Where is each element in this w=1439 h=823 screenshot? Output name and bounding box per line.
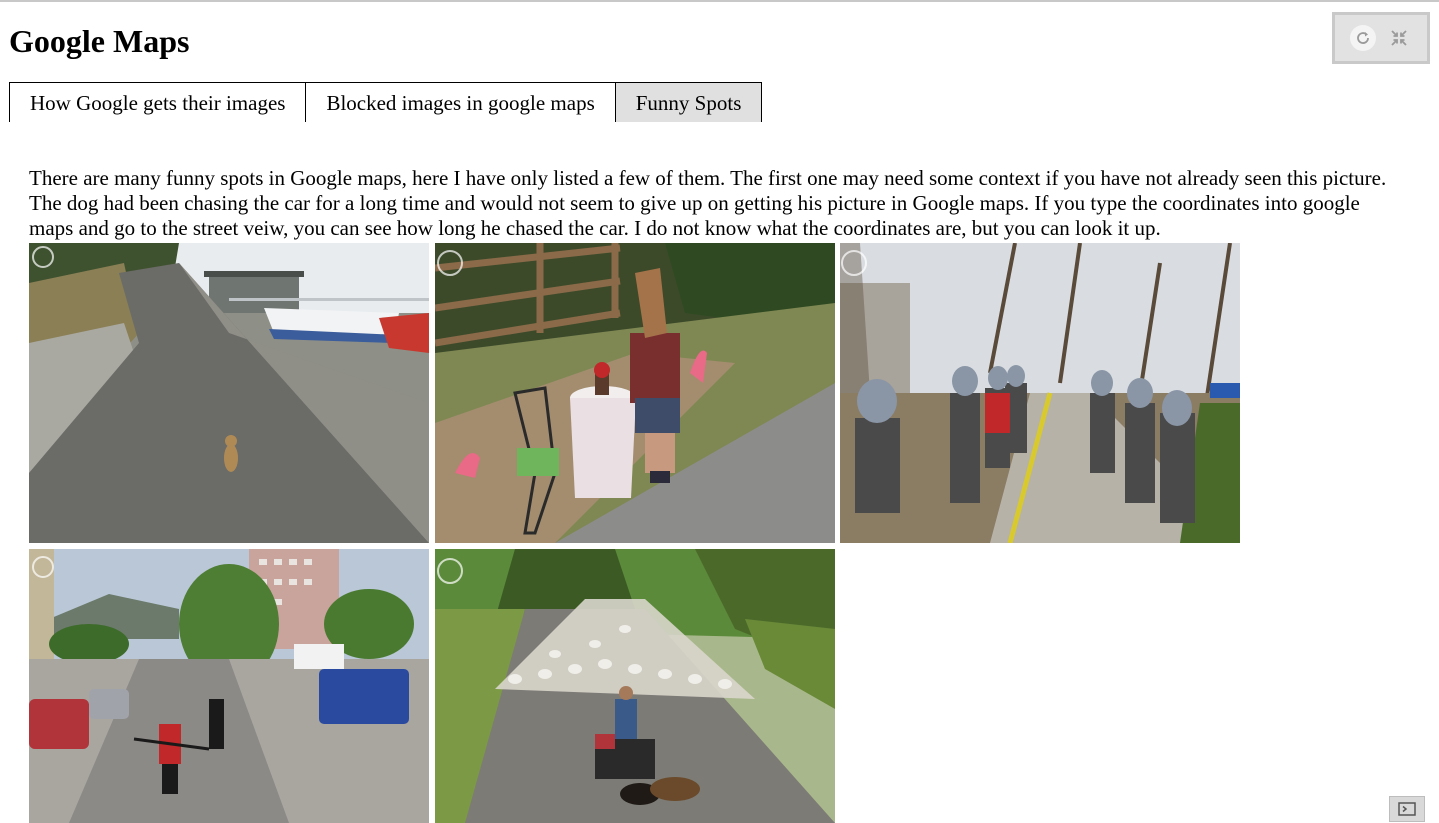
page-title: Google Maps xyxy=(9,23,190,59)
tab-how-google-gets-images[interactable]: How Google gets their images xyxy=(9,82,307,122)
photo-dog-chasing-car xyxy=(29,243,429,543)
refresh-icon xyxy=(1350,25,1376,51)
refresh-button[interactable] xyxy=(1349,24,1377,52)
photo-street-scene xyxy=(29,549,429,823)
window-controls xyxy=(1332,12,1430,64)
console-toggle-button[interactable] xyxy=(1389,796,1425,822)
tab-blocked-images[interactable]: Blocked images in google maps xyxy=(305,82,616,122)
collapse-icon xyxy=(1391,30,1407,46)
tab-bar: How Google gets their images Blocked ima… xyxy=(9,82,763,122)
top-divider xyxy=(0,0,1439,2)
photo-sheep-herd xyxy=(435,549,835,823)
terminal-icon xyxy=(1398,802,1416,816)
collapse-button[interactable] xyxy=(1385,24,1413,52)
tab-funny-spots[interactable]: Funny Spots xyxy=(614,82,763,122)
photo-horse-mask-person xyxy=(435,243,835,543)
funny-spots-description: There are many funny spots in Google map… xyxy=(29,166,1387,240)
photo-pigeon-mask-people xyxy=(840,243,1240,543)
